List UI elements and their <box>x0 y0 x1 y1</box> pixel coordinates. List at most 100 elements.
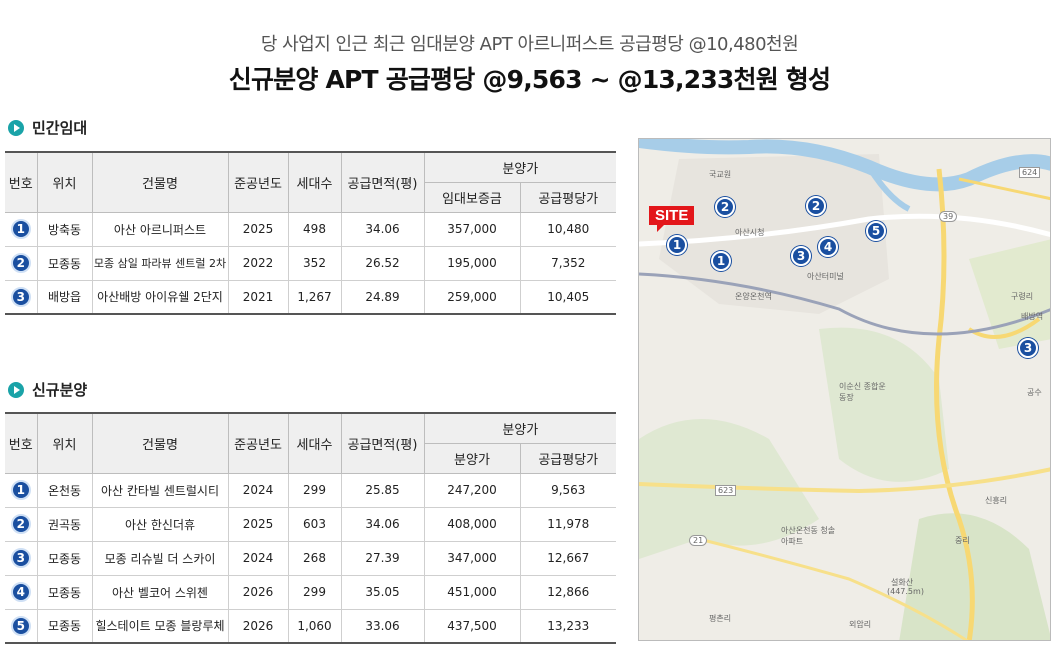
number-badge: 5 <box>10 615 31 636</box>
col-name: 건물명 <box>91 151 229 213</box>
cell-area: 24.89 <box>340 279 425 315</box>
cell-area: 34.06 <box>340 211 425 247</box>
map-pin-new-5: 5 <box>866 221 886 241</box>
map-pin-rental-2: 2 <box>715 197 735 217</box>
cell-name: 모종 리슈빌 더 스카이 <box>91 540 229 576</box>
map-label: (447.5m) <box>887 587 924 596</box>
number-badge: 1 <box>10 480 31 500</box>
cell-price: 247,200 <box>423 472 521 508</box>
table-header-row: 번호 위치 건물명 준공년도 세대수 공급면적(평) 분양가 <box>5 412 617 474</box>
cell-per-pyeong: 13,233 <box>519 608 617 644</box>
map-label: 배방역 <box>1021 312 1044 321</box>
col-name: 건물명 <box>91 412 229 474</box>
col-location: 위치 <box>36 412 93 474</box>
cell-units: 1,060 <box>287 608 342 644</box>
cell-location: 권곡동 <box>36 506 93 542</box>
location-map: 국교원 아산시청 온양온천역 배방역 구령리 공수 신흥리 중리 평촌리 외암리… <box>638 138 1051 641</box>
number-badge: 3 <box>10 286 31 307</box>
map-label: 이순신 종합운동장 <box>839 382 886 402</box>
new-sale-table: 번호 위치 건물명 준공년도 세대수 공급면적(평) 분양가 분양가 공급평당가… <box>5 412 617 644</box>
cell-price: 357,000 <box>423 211 521 247</box>
map-label: 아산시청 <box>735 228 765 237</box>
table-row: 1 방축동 아산 아르니퍼스트 2025 498 34.06 357,000 1… <box>5 211 617 247</box>
cell-location: 모종동 <box>36 540 93 576</box>
map-label: 국교원 <box>709 170 732 179</box>
cell-area: 25.85 <box>340 472 425 508</box>
cell-units: 268 <box>287 540 342 576</box>
cell-year: 2021 <box>227 279 289 315</box>
cell-per-pyeong: 12,667 <box>519 540 617 576</box>
cell-area: 26.52 <box>340 245 425 281</box>
cell-year: 2022 <box>227 245 289 281</box>
play-arrow-icon <box>8 381 24 398</box>
road-number-badge: 39 <box>939 211 958 222</box>
table-row: 3 배방읍 아산배방 아이유쉘 2단지 2021 1,267 24.89 259… <box>5 279 617 315</box>
cell-location: 모종동 <box>36 574 93 610</box>
cell-area: 33.06 <box>340 608 425 644</box>
table-row: 3 모종동 모종 리슈빌 더 스카이 2024 268 27.39 347,00… <box>5 540 617 576</box>
col-year: 준공년도 <box>227 412 289 474</box>
page-subtitle: 당 사업지 인근 최근 임대분양 APT 아르니퍼스트 공급평당 @10,480… <box>260 34 799 55</box>
cell-name: 아산 칸타빌 센트럴시티 <box>91 472 229 508</box>
cell-year: 2026 <box>227 574 289 610</box>
table-row: 4 모종동 아산 벨코어 스위첸 2026 299 35.05 451,000 … <box>5 574 617 610</box>
cell-per-pyeong: 10,405 <box>519 279 617 315</box>
number-badge: 3 <box>10 548 31 568</box>
map-pin-new-4: 4 <box>818 237 838 257</box>
table-row: 2 권곡동 아산 한신더휴 2025 603 34.06 408,000 11,… <box>5 506 617 542</box>
col-per-pyeong: 공급평당가 <box>519 181 617 213</box>
cell-per-pyeong: 7,352 <box>519 245 617 281</box>
col-units: 세대수 <box>287 412 342 474</box>
map-label: 아산터미널 <box>807 272 844 281</box>
cell-units: 498 <box>287 211 342 247</box>
col-year: 준공년도 <box>227 151 289 213</box>
cell-year: 2024 <box>227 472 289 508</box>
cell-location: 배방읍 <box>36 279 93 315</box>
cell-area: 34.06 <box>340 506 425 542</box>
col-price-group: 분양가 <box>423 151 617 183</box>
cell-units: 1,267 <box>287 279 342 315</box>
cell-price: 451,000 <box>423 574 521 610</box>
map-pin-new-1: 1 <box>711 251 731 271</box>
cell-units: 299 <box>287 472 342 508</box>
cell-per-pyeong: 12,866 <box>519 574 617 610</box>
col-no: 번호 <box>5 151 38 213</box>
cell-location: 온천동 <box>36 472 93 508</box>
cell-units: 352 <box>287 245 342 281</box>
site-marker: SITE <box>649 206 695 232</box>
col-location: 위치 <box>36 151 93 213</box>
page-headline: 신규분양 APT 공급평당 @9,563 ~ @13,233천원 형성 <box>228 65 831 94</box>
cell-name: 힐스테이트 모종 블랑루체 <box>91 608 229 644</box>
cell-name: 모종 삼일 파라뷰 센트럴 2차 <box>91 245 229 281</box>
cell-units: 603 <box>287 506 342 542</box>
cell-per-pyeong: 9,563 <box>519 472 617 508</box>
cell-name: 아산 벨코어 스위첸 <box>91 574 229 610</box>
cell-year: 2026 <box>227 608 289 644</box>
rental-table: 번호 위치 건물명 준공년도 세대수 공급면적(평) 분양가 임대보증금 공급평… <box>5 151 617 315</box>
number-badge: 1 <box>10 219 31 239</box>
map-label: 평촌리 <box>709 614 732 623</box>
section-title-text: 민간임대 <box>32 119 88 137</box>
map-pin-rental-1: 1 <box>667 235 687 255</box>
cell-year: 2024 <box>227 540 289 576</box>
table-row: 2 모종동 모종 삼일 파라뷰 센트럴 2차 2022 352 26.52 19… <box>5 245 617 281</box>
table-row: 1 온천동 아산 칸타빌 센트럴시티 2024 299 25.85 247,20… <box>5 472 617 508</box>
cell-year: 2025 <box>227 211 289 247</box>
map-pin-new-3: 3 <box>791 246 811 266</box>
cell-name: 아산배방 아이유쉘 2단지 <box>91 279 229 315</box>
play-arrow-icon <box>8 119 24 136</box>
number-badge: 2 <box>10 253 31 273</box>
table-row: 5 모종동 힐스테이트 모종 블랑루체 2026 1,060 33.06 437… <box>5 608 617 644</box>
map-pin-new-2: 2 <box>806 196 826 216</box>
road-number-badge: 623 <box>715 485 737 496</box>
road-number-badge: 624 <box>1019 167 1041 178</box>
section-title-rental: 민간임대 <box>8 117 87 138</box>
cell-per-pyeong: 10,480 <box>519 211 617 247</box>
cell-location: 모종동 <box>36 608 93 644</box>
cell-name: 아산 한신더휴 <box>91 506 229 542</box>
cell-year: 2025 <box>227 506 289 542</box>
number-badge: 4 <box>10 582 31 602</box>
map-label: 공수 <box>1027 388 1042 397</box>
cell-location: 모종동 <box>36 245 93 281</box>
cell-per-pyeong: 11,978 <box>519 506 617 542</box>
